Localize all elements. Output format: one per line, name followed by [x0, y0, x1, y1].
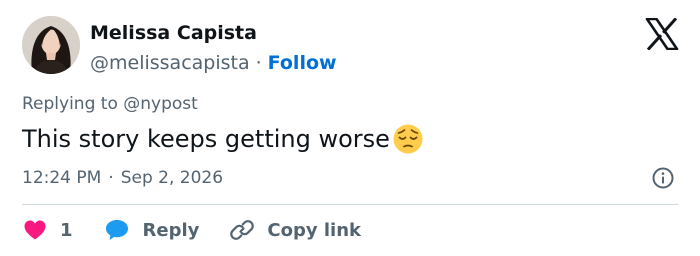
link-icon: [230, 220, 255, 240]
meta-separator: ·: [108, 168, 114, 188]
author-handle[interactable]: @melissacapista: [90, 52, 250, 74]
copy-link-button[interactable]: Copy link: [229, 217, 361, 243]
info-icon[interactable]: [651, 166, 675, 190]
handle-line: @melissacapista · Follow: [90, 50, 337, 76]
tweet-timestamp[interactable]: 12:24 PM · Sep 2, 2026: [22, 166, 223, 190]
tweet-time: 12:24 PM: [22, 168, 102, 188]
author-name[interactable]: Melissa Capista: [90, 20, 337, 46]
divider: [22, 204, 678, 205]
replying-to: Replying to @nypost: [22, 94, 198, 114]
follow-button[interactable]: Follow: [268, 52, 337, 74]
like-count: 1: [60, 219, 73, 241]
avatar[interactable]: [22, 16, 80, 74]
author-block: Melissa Capista @melissacapista · Follow: [90, 20, 337, 76]
pensive-face-emoji-icon: [392, 123, 424, 155]
speech-bubble-icon: [105, 220, 128, 240]
like-button[interactable]: 1: [24, 220, 73, 241]
reply-label: Reply: [142, 219, 200, 241]
action-bar: 1 Reply Copy link: [24, 216, 361, 244]
tweet-text-block: This story keeps getting worse: [22, 122, 424, 156]
reply-button[interactable]: Reply: [105, 219, 200, 241]
heart-icon: [24, 220, 46, 240]
x-logo-icon[interactable]: [645, 17, 679, 51]
tweet-date: Sep 2, 2026: [120, 168, 224, 188]
copy-link-label: Copy link: [267, 219, 361, 241]
handle-separator: ·: [255, 52, 262, 74]
tweet-text: This story keeps getting worse: [22, 125, 390, 153]
